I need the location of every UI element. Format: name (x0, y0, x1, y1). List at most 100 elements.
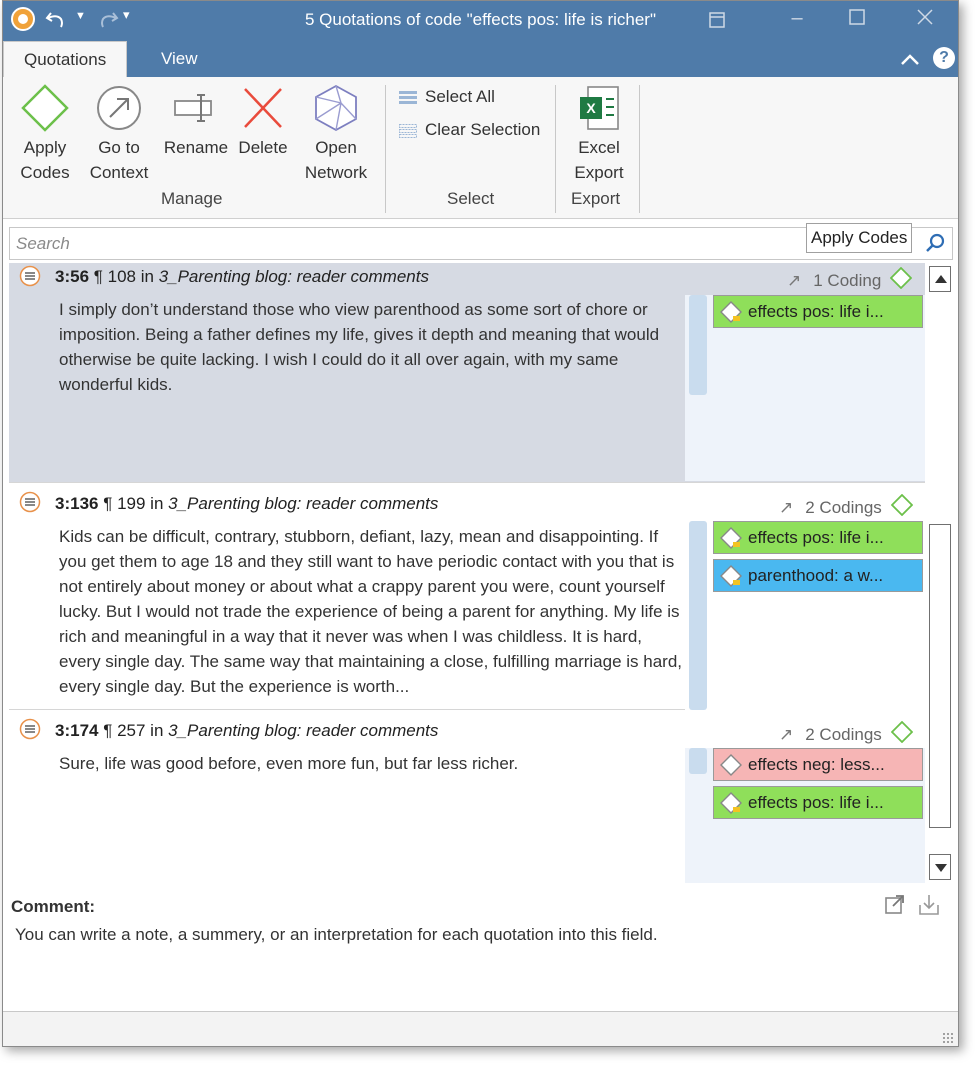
quotation-icon (19, 718, 41, 740)
tab-quotations[interactable]: Quotations (3, 41, 128, 77)
save-comment-icon[interactable] (917, 893, 941, 917)
arrow-up-right-icon: ↗ (787, 271, 802, 290)
resize-grip-icon[interactable] (942, 1032, 954, 1044)
quotation-id: 3:56 (55, 267, 90, 286)
ribbon-tabs: Quotations View ? (3, 41, 958, 77)
document-name: 3_Parenting blog: reader comments (168, 721, 439, 740)
coding-count-label: 2 Codings (805, 498, 882, 517)
coding-count-label: 2 Codings (805, 725, 882, 744)
help-icon[interactable]: ? (933, 47, 955, 69)
code-area: effects pos: life i... parenthood: a w..… (685, 521, 925, 710)
code-area: effects neg: less... effects pos: life i… (685, 748, 925, 883)
code-chip-label: effects pos: life i... (748, 302, 884, 321)
quotation-list: 3:56 ¶ 108 in 3_Parenting blog: reader c… (9, 263, 925, 883)
coding-count[interactable]: ↗ 2 Codings (779, 721, 913, 745)
apply-codes-button[interactable]: Apply Codes (17, 83, 73, 185)
code-chip-label: effects neg: less... (748, 755, 885, 774)
coding-count[interactable]: ↗ 1 Coding (787, 267, 913, 291)
maximize-button[interactable] (839, 7, 875, 35)
code-chip[interactable]: effects pos: life i... (713, 521, 923, 554)
comment-label: Comment: (11, 897, 96, 916)
quotation-text: I simply don’t understand those who view… (59, 300, 660, 394)
code-chip[interactable]: parenthood: a w... (713, 559, 923, 592)
scroll-down-button[interactable] (929, 854, 951, 880)
restore-pane-icon[interactable] (699, 7, 735, 35)
code-bar (689, 521, 707, 710)
code-icon (720, 527, 742, 549)
select-all-icon (399, 90, 417, 104)
code-chip[interactable]: effects pos: life i... (713, 786, 923, 819)
quotation-icon (19, 265, 41, 287)
svg-text:X: X (586, 100, 596, 116)
quotation-header: 3:174 ¶ 257 in 3_Parenting blog: reader … (55, 721, 438, 741)
quotation-row[interactable]: 3:56 ¶ 108 in 3_Parenting blog: reader c… (9, 263, 925, 483)
excel-export-button[interactable]: X Excel Export (569, 83, 629, 185)
code-chip[interactable]: effects pos: life i... (713, 295, 923, 328)
arrow-up-right-icon: ↗ (779, 725, 794, 744)
delete-button[interactable]: Delete (235, 83, 291, 160)
open-network-button[interactable]: Open Network (301, 83, 371, 185)
select-group-label: Select (447, 189, 495, 208)
paragraph-ref: ¶ 199 (103, 494, 146, 513)
go-to-context-button[interactable]: Go to Context (87, 83, 151, 185)
quotation-row[interactable]: 3:136 ¶ 199 in 3_Parenting blog: reader … (9, 483, 925, 710)
ribbon: Apply Codes Go to Context Rename Delete … (3, 77, 958, 219)
code-icon (720, 301, 742, 323)
go-to-context-icon (97, 86, 141, 130)
comment-field[interactable]: You can write a note, a summery, or an i… (15, 925, 658, 945)
coding-count-label: 1 Coding (813, 271, 882, 290)
ribbon-separator (555, 85, 556, 213)
code-diamond-icon (890, 267, 913, 289)
in-label: in (150, 494, 164, 513)
quotation-header: 3:136 ¶ 199 in 3_Parenting blog: reader … (55, 494, 438, 514)
coding-count[interactable]: ↗ 2 Codings (779, 494, 913, 518)
search-icon[interactable] (924, 232, 946, 254)
apply-codes-tooltip: Apply Codes (806, 223, 913, 253)
quotation-header: 3:56 ¶ 108 in 3_Parenting blog: reader c… (55, 267, 429, 287)
code-chip-label: parenthood: a w... (748, 566, 884, 585)
arrow-up-right-icon: ↗ (779, 498, 794, 517)
quotation-id: 3:174 (55, 721, 99, 740)
quotation-manager-window: ▼ ▾ 5 Quotations of code "effects pos: l… (2, 0, 959, 1047)
minimize-button[interactable]: – (779, 5, 815, 33)
title-bar: ▼ ▾ 5 Quotations of code "effects pos: l… (3, 1, 958, 41)
clear-selection-button[interactable]: Clear Selection (399, 120, 540, 140)
rename-button[interactable]: Rename (163, 83, 229, 160)
code-chip-label: effects pos: life i... (748, 528, 884, 547)
clear-selection-label: Clear Selection (425, 120, 541, 139)
code-diamond-icon (890, 494, 913, 516)
code-icon (720, 754, 742, 776)
clear-selection-icon (399, 123, 417, 138)
export-group-label: Export (571, 189, 621, 208)
status-bar (3, 1011, 958, 1046)
select-all-button[interactable]: Select All (399, 87, 495, 107)
code-area: effects pos: life i... (685, 295, 925, 481)
vertical-scrollbar[interactable] (929, 264, 953, 884)
search-input[interactable] (16, 231, 796, 257)
quotation-text: Sure, life was good before, even more fu… (59, 754, 519, 773)
open-network-label: Open Network (304, 138, 368, 182)
scroll-up-button[interactable] (929, 266, 951, 292)
quotation-row[interactable]: 3:174 ¶ 257 in 3_Parenting blog: reader … (9, 710, 925, 883)
rename-label: Rename (163, 138, 229, 157)
code-chip[interactable]: effects neg: less... (713, 748, 923, 781)
go-to-context-label: Go to Context (89, 138, 149, 182)
delete-label: Delete (238, 138, 288, 157)
select-all-label: Select All (425, 87, 495, 106)
open-external-icon[interactable] (883, 893, 907, 917)
tab-view[interactable]: View (141, 41, 218, 77)
search-bar: Apply Codes (9, 223, 953, 260)
in-label: in (150, 721, 164, 740)
quotation-id: 3:136 (55, 494, 99, 513)
paragraph-ref: ¶ 108 (93, 267, 136, 286)
chevron-up-icon[interactable] (897, 47, 923, 73)
close-button[interactable] (907, 7, 943, 35)
quotation-icon (19, 491, 41, 513)
document-name: 3_Parenting blog: reader comments (158, 267, 429, 286)
code-diamond-icon (21, 84, 69, 132)
quotation-text: Kids can be difficult, contrary, stubbor… (59, 527, 683, 696)
code-chip-label: effects pos: life i... (748, 793, 884, 812)
network-icon (315, 84, 357, 132)
scroll-thumb[interactable] (929, 524, 951, 828)
apply-codes-label: Apply Codes (20, 138, 70, 182)
